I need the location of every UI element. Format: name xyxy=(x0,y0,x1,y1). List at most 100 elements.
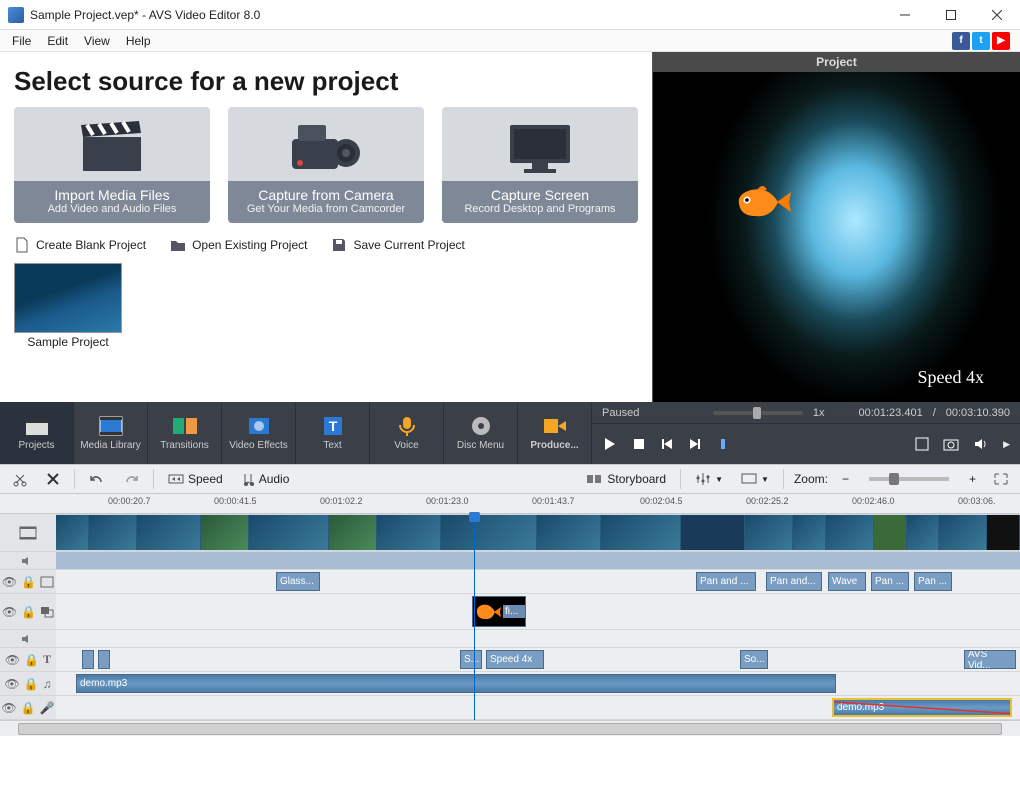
cut-button[interactable] xyxy=(8,469,32,489)
display-options-button[interactable]: ▼ xyxy=(737,471,773,487)
video-effects-tab[interactable]: Video Effects xyxy=(222,402,296,464)
project-thumbnail[interactable]: Sample Project xyxy=(14,263,122,349)
audio-mix-button[interactable]: ▼ xyxy=(691,470,727,488)
effects-track-head[interactable]: 👁🔒 xyxy=(0,570,56,593)
maximize-button[interactable] xyxy=(928,0,974,30)
lock-icon: 🔒 xyxy=(24,677,39,691)
undo-button[interactable] xyxy=(85,470,109,488)
clip-pan3[interactable]: Pan ... xyxy=(871,572,909,591)
camcorder-icon xyxy=(288,107,364,181)
split-button[interactable] xyxy=(716,437,730,451)
fullscreen-button[interactable] xyxy=(915,437,929,451)
close-button[interactable] xyxy=(974,0,1020,30)
eye-icon: 👁 xyxy=(5,653,20,667)
voice-tab[interactable]: Voice xyxy=(370,402,444,464)
zoom-fit-button[interactable] xyxy=(990,471,1012,487)
lock-icon: 🔒 xyxy=(24,653,39,667)
playback-status: Paused xyxy=(602,407,639,419)
video-track xyxy=(0,514,1020,552)
projects-tab[interactable]: Projects xyxy=(0,402,74,464)
timeline-tracks: 👁🔒 Glass... Pan and ... Pan and... Wave … xyxy=(0,514,1020,720)
produce-tab[interactable]: Produce... xyxy=(518,402,592,464)
text-tab[interactable]: TText xyxy=(296,402,370,464)
zoom-out-button[interactable]: − xyxy=(838,470,853,488)
snapshot-button[interactable] xyxy=(943,437,959,451)
svg-text:T: T xyxy=(328,418,337,434)
clip-pan2[interactable]: Pan and... xyxy=(766,572,822,591)
audio-clip-2[interactable]: demo.mp3 xyxy=(832,698,1012,717)
music-icon: ♫ xyxy=(43,677,52,691)
text-clip-avs[interactable]: AVS Vid... xyxy=(964,650,1016,669)
capture-camera-card[interactable]: Capture from CameraGet Your Media from C… xyxy=(228,107,424,223)
text-track-head[interactable]: 👁🔒T xyxy=(0,648,56,671)
menu-view[interactable]: View xyxy=(76,32,118,50)
preview-panel: Project Speed 4x xyxy=(652,52,1020,402)
menu-help[interactable]: Help xyxy=(118,32,159,50)
text-clip-so[interactable]: So... xyxy=(740,650,768,669)
create-blank-project[interactable]: Create Blank Project xyxy=(14,237,146,253)
clip-wave[interactable]: Wave xyxy=(828,572,866,591)
lock-icon: 🔒 xyxy=(21,575,36,589)
transitions-tab[interactable]: Transitions xyxy=(148,402,222,464)
video-track-head[interactable] xyxy=(0,514,56,551)
preview-video[interactable]: Speed 4x xyxy=(653,72,1020,402)
redo-button[interactable] xyxy=(119,470,143,488)
clip-pan4[interactable]: Pan ... xyxy=(914,572,952,591)
audio-clip-1[interactable]: demo.mp3 xyxy=(76,674,836,693)
facebook-icon[interactable]: f xyxy=(952,32,970,50)
overlay-clip[interactable]: fi... xyxy=(472,596,526,627)
clip-pan1[interactable]: Pan and ... xyxy=(696,572,756,591)
text-clip-s[interactable]: S... xyxy=(460,650,482,669)
minimize-button[interactable] xyxy=(882,0,928,30)
overlay-track-head[interactable]: 👁🔒 xyxy=(0,594,56,629)
text-clip-speed[interactable]: Speed 4x xyxy=(486,650,544,669)
audio-button[interactable]: Audio xyxy=(237,470,294,488)
video-audio-track xyxy=(0,552,1020,570)
app-icon xyxy=(8,7,24,23)
save-current-project[interactable]: Save Current Project xyxy=(331,237,464,253)
timeline-ruler[interactable]: 00:00:20.7 00:00:41.5 00:01:02.2 00:01:2… xyxy=(0,494,1020,514)
effects-track: 👁🔒 Glass... Pan and ... Pan and... Wave … xyxy=(0,570,1020,594)
capture-screen-card[interactable]: Capture ScreenRecord Desktop and Program… xyxy=(442,107,638,223)
speaker-icon xyxy=(21,556,35,566)
eye-icon: 👁 xyxy=(2,605,17,619)
menu-edit[interactable]: Edit xyxy=(39,32,76,50)
eye-icon: 👁 xyxy=(4,677,19,691)
speaker-icon xyxy=(21,634,35,644)
next-frame-button[interactable] xyxy=(688,437,702,451)
timeline-scrollbar[interactable] xyxy=(0,720,1020,736)
open-existing-project[interactable]: Open Existing Project xyxy=(170,237,307,253)
mic-icon: 🎤 xyxy=(40,701,55,715)
text-clip-0b[interactable] xyxy=(98,650,110,669)
text-track: 👁🔒T S... Speed 4x So... AVS Vid... xyxy=(0,648,1020,672)
video-audio-head[interactable] xyxy=(0,552,56,569)
tool-strip: Projects Media Library Transitions Video… xyxy=(0,402,1020,464)
play-button[interactable] xyxy=(602,436,618,452)
text-clip-0[interactable] xyxy=(82,650,94,669)
speed-overlay: Speed 4x xyxy=(918,367,985,388)
time-current: 00:01:23.401 xyxy=(858,407,922,419)
speed-slider[interactable] xyxy=(713,411,803,415)
playback-menu-button[interactable]: ▶ xyxy=(1003,439,1010,450)
stop-button[interactable] xyxy=(632,437,646,451)
twitter-icon[interactable]: t xyxy=(972,32,990,50)
speed-button[interactable]: Speed xyxy=(164,470,227,488)
volume-button[interactable] xyxy=(973,437,989,451)
disc-menu-tab[interactable]: Disc Menu xyxy=(444,402,518,464)
overlay-audio-track xyxy=(0,630,1020,648)
menu-file[interactable]: File xyxy=(4,32,39,50)
audio1-head[interactable]: 👁 🔒 ♫ xyxy=(0,672,56,695)
import-media-card[interactable]: Import Media FilesAdd Video and Audio Fi… xyxy=(14,107,210,223)
voice-head[interactable]: 👁🔒🎤 xyxy=(0,696,56,719)
youtube-icon[interactable]: ▶ xyxy=(992,32,1010,50)
clip-glass[interactable]: Glass... xyxy=(276,572,320,591)
overlay-icon xyxy=(40,606,54,618)
media-library-tab[interactable]: Media Library xyxy=(74,402,148,464)
page-heading: Select source for a new project xyxy=(14,66,638,97)
zoom-slider[interactable] xyxy=(869,477,949,481)
delete-button[interactable] xyxy=(42,470,64,488)
prev-frame-button[interactable] xyxy=(660,437,674,451)
storyboard-button[interactable]: Storyboard xyxy=(583,470,670,488)
filmstrip-icon xyxy=(19,526,37,540)
zoom-in-button[interactable]: + xyxy=(965,470,980,488)
